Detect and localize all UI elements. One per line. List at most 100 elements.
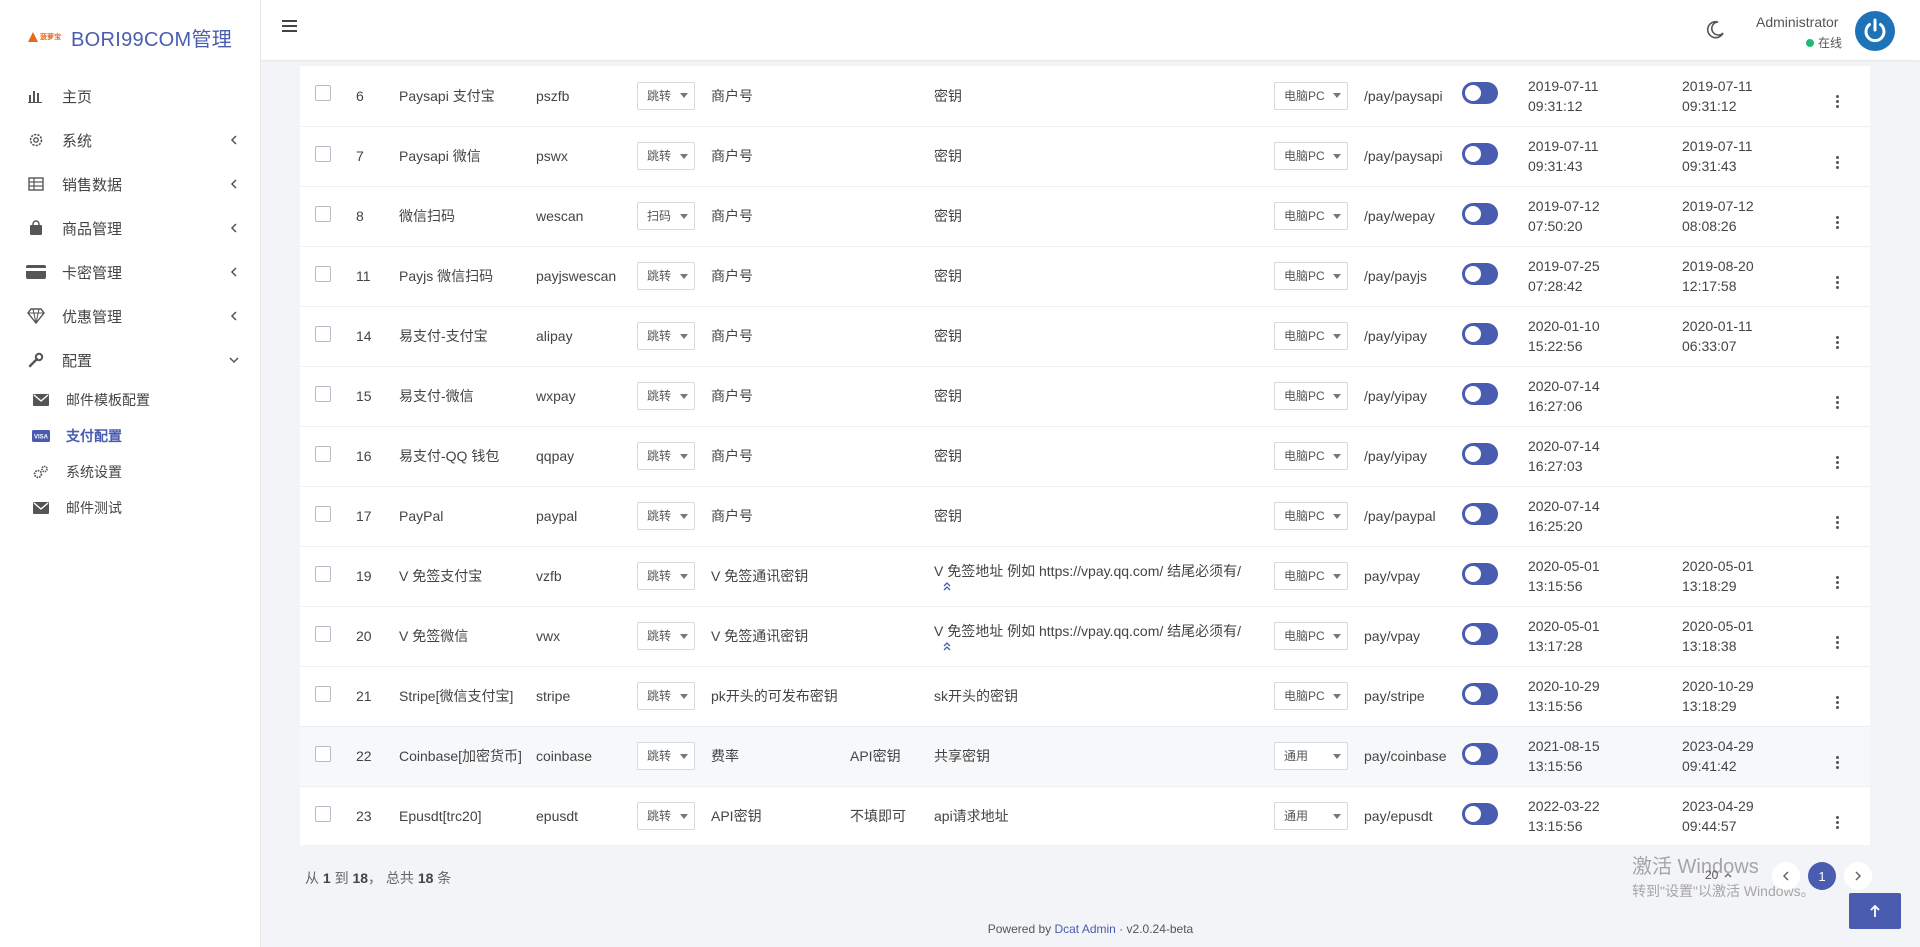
- sidebar-item-mail-templates[interactable]: 邮件模板配置: [0, 382, 260, 418]
- enabled-toggle[interactable]: [1462, 622, 1498, 645]
- table-row[interactable]: 22 Coinbase[加密货币] coinbase 跳转 费率 API密钥 共…: [300, 726, 1870, 786]
- expand-chevron-icon[interactable]: [942, 641, 952, 651]
- sidebar-item-system-settings[interactable]: 系统设置: [0, 454, 260, 490]
- avatar[interactable]: [1855, 11, 1895, 51]
- device-select[interactable]: 电脑PC: [1274, 562, 1348, 590]
- type-select[interactable]: 跳转: [637, 81, 695, 110]
- table-row[interactable]: 20 V 免签微信 vwx 跳转 V 免签通讯密钥 V 免签地址 例如 http…: [300, 606, 1870, 666]
- sidebar-item-discounts[interactable]: 优惠管理: [0, 294, 260, 338]
- enabled-toggle[interactable]: [1462, 502, 1498, 525]
- row-checkbox[interactable]: [315, 445, 331, 462]
- type-select[interactable]: 跳转: [637, 142, 695, 170]
- device-select[interactable]: 通用: [1274, 742, 1348, 770]
- device-select[interactable]: 电脑PC: [1274, 142, 1348, 170]
- row-checkbox[interactable]: [315, 505, 331, 522]
- table-row[interactable]: 16 易支付-QQ 钱包 qqpay 跳转 商户号 密钥 电脑PC /pay/y…: [300, 426, 1870, 486]
- row-checkbox[interactable]: [315, 625, 331, 642]
- device-select[interactable]: 电脑PC: [1274, 682, 1348, 710]
- device-select[interactable]: 电脑PC: [1274, 502, 1348, 530]
- brand[interactable]: 菠萝宝 BORI99COM管理: [0, 0, 260, 74]
- type-select[interactable]: 跳转: [637, 502, 695, 530]
- device-select[interactable]: 电脑PC: [1274, 622, 1348, 650]
- row-checkbox[interactable]: [315, 745, 331, 762]
- row-actions-icon[interactable]: [1836, 575, 1839, 589]
- sidebar-item-home[interactable]: 主页: [0, 74, 260, 118]
- type-select[interactable]: 跳转: [637, 802, 695, 830]
- prev-page-button[interactable]: [1772, 862, 1800, 890]
- type-select[interactable]: 跳转: [637, 682, 695, 710]
- type-select[interactable]: 跳转: [637, 262, 695, 290]
- enabled-toggle[interactable]: [1462, 742, 1498, 765]
- row-actions-icon[interactable]: [1836, 395, 1839, 409]
- sidebar-item-products[interactable]: 商品管理: [0, 206, 260, 250]
- next-page-button[interactable]: [1844, 862, 1872, 890]
- sidebar-item-payment-config[interactable]: VISA 支付配置: [0, 418, 260, 454]
- hamburger-menu-icon[interactable]: [281, 18, 301, 38]
- table-row[interactable]: 11 Payjs 微信扫码 payjswescan 跳转 商户号 密钥 电脑PC…: [300, 246, 1870, 306]
- row-actions-icon[interactable]: [1836, 455, 1839, 469]
- dcat-admin-link[interactable]: Dcat Admin: [1054, 922, 1115, 936]
- row-checkbox[interactable]: [315, 145, 331, 162]
- device-select[interactable]: 电脑PC: [1274, 262, 1348, 290]
- table-row[interactable]: 17 PayPal paypal 跳转 商户号 密钥 电脑PC /pay/pay…: [300, 486, 1870, 546]
- device-select[interactable]: 电脑PC: [1274, 382, 1348, 410]
- type-select[interactable]: 跳转: [637, 742, 695, 770]
- row-checkbox[interactable]: [315, 685, 331, 702]
- row-actions-icon[interactable]: [1836, 695, 1839, 709]
- row-checkbox[interactable]: [315, 325, 331, 342]
- row-checkbox[interactable]: [315, 265, 331, 282]
- device-select[interactable]: 通用: [1274, 802, 1348, 830]
- table-row[interactable]: 8 微信扫码 wescan 扫码 商户号 密钥 电脑PC /pay/wepay …: [300, 186, 1870, 246]
- enabled-toggle[interactable]: [1462, 382, 1498, 405]
- device-select[interactable]: 电脑PC: [1274, 81, 1348, 110]
- sidebar-item-cards[interactable]: 卡密管理: [0, 250, 260, 294]
- row-actions-icon[interactable]: [1836, 155, 1839, 169]
- type-select[interactable]: 跳转: [637, 382, 695, 410]
- enabled-toggle[interactable]: [1462, 682, 1498, 705]
- row-actions-icon[interactable]: [1836, 335, 1839, 349]
- enabled-toggle[interactable]: [1462, 142, 1498, 165]
- table-row[interactable]: 7 Paysapi 微信 pswx 跳转 商户号 密钥 电脑PC /pay/pa…: [300, 126, 1870, 186]
- enabled-toggle[interactable]: [1462, 202, 1498, 225]
- device-select[interactable]: 电脑PC: [1274, 202, 1348, 230]
- row-checkbox[interactable]: [315, 385, 331, 402]
- row-checkbox[interactable]: [315, 565, 331, 582]
- back-to-top-button[interactable]: [1849, 893, 1901, 929]
- row-actions-icon[interactable]: [1836, 635, 1839, 649]
- row-actions-icon[interactable]: [1836, 95, 1839, 109]
- enabled-toggle[interactable]: [1462, 562, 1498, 585]
- table-row[interactable]: 6 Paysapi 支付宝 pszfb 跳转 商户号 密钥 电脑PC /pay/…: [300, 66, 1870, 126]
- row-actions-icon[interactable]: [1836, 275, 1839, 289]
- enabled-toggle[interactable]: [1462, 322, 1498, 345]
- row-actions-icon[interactable]: [1836, 215, 1839, 229]
- enabled-toggle[interactable]: [1462, 82, 1498, 105]
- page-button-current[interactable]: 1: [1808, 862, 1836, 890]
- sidebar-item-sales[interactable]: 销售数据: [0, 162, 260, 206]
- row-checkbox[interactable]: [315, 205, 331, 222]
- table-row[interactable]: 23 Epusdt[trc20] epusdt 跳转 API密钥 不填即可 ap…: [300, 786, 1870, 845]
- sidebar-item-mail-test[interactable]: 邮件测试: [0, 490, 260, 526]
- table-row[interactable]: 14 易支付-支付宝 alipay 跳转 商户号 密钥 电脑PC /pay/yi…: [300, 306, 1870, 366]
- device-select[interactable]: 电脑PC: [1274, 322, 1348, 350]
- table-row[interactable]: 19 V 免签支付宝 vzfb 跳转 V 免签通讯密钥 V 免签地址 例如 ht…: [300, 546, 1870, 606]
- type-select[interactable]: 跳转: [637, 442, 695, 470]
- sidebar-item-system[interactable]: 系统: [0, 118, 260, 162]
- per-page-select[interactable]: 20: [1705, 868, 1732, 882]
- row-actions-icon[interactable]: [1836, 815, 1839, 829]
- type-select[interactable]: 跳转: [637, 622, 695, 650]
- row-checkbox[interactable]: [315, 85, 331, 102]
- device-select[interactable]: 电脑PC: [1274, 442, 1348, 470]
- enabled-toggle[interactable]: [1462, 262, 1498, 285]
- table-row[interactable]: 21 Stripe[微信支付宝] stripe 跳转 pk开头的可发布密钥 sk…: [300, 666, 1870, 726]
- sidebar-item-config[interactable]: 配置: [0, 338, 260, 382]
- type-select[interactable]: 扫码: [637, 202, 695, 230]
- expand-chevron-icon[interactable]: [942, 581, 952, 591]
- enabled-toggle[interactable]: [1462, 442, 1498, 465]
- type-select[interactable]: 跳转: [637, 322, 695, 350]
- type-select[interactable]: 跳转: [637, 562, 695, 590]
- row-checkbox[interactable]: [315, 805, 331, 822]
- user-name[interactable]: Administrator: [1756, 14, 1838, 30]
- row-actions-icon[interactable]: [1836, 515, 1839, 529]
- enabled-toggle[interactable]: [1462, 802, 1498, 825]
- dark-mode-moon-icon[interactable]: [1705, 20, 1727, 42]
